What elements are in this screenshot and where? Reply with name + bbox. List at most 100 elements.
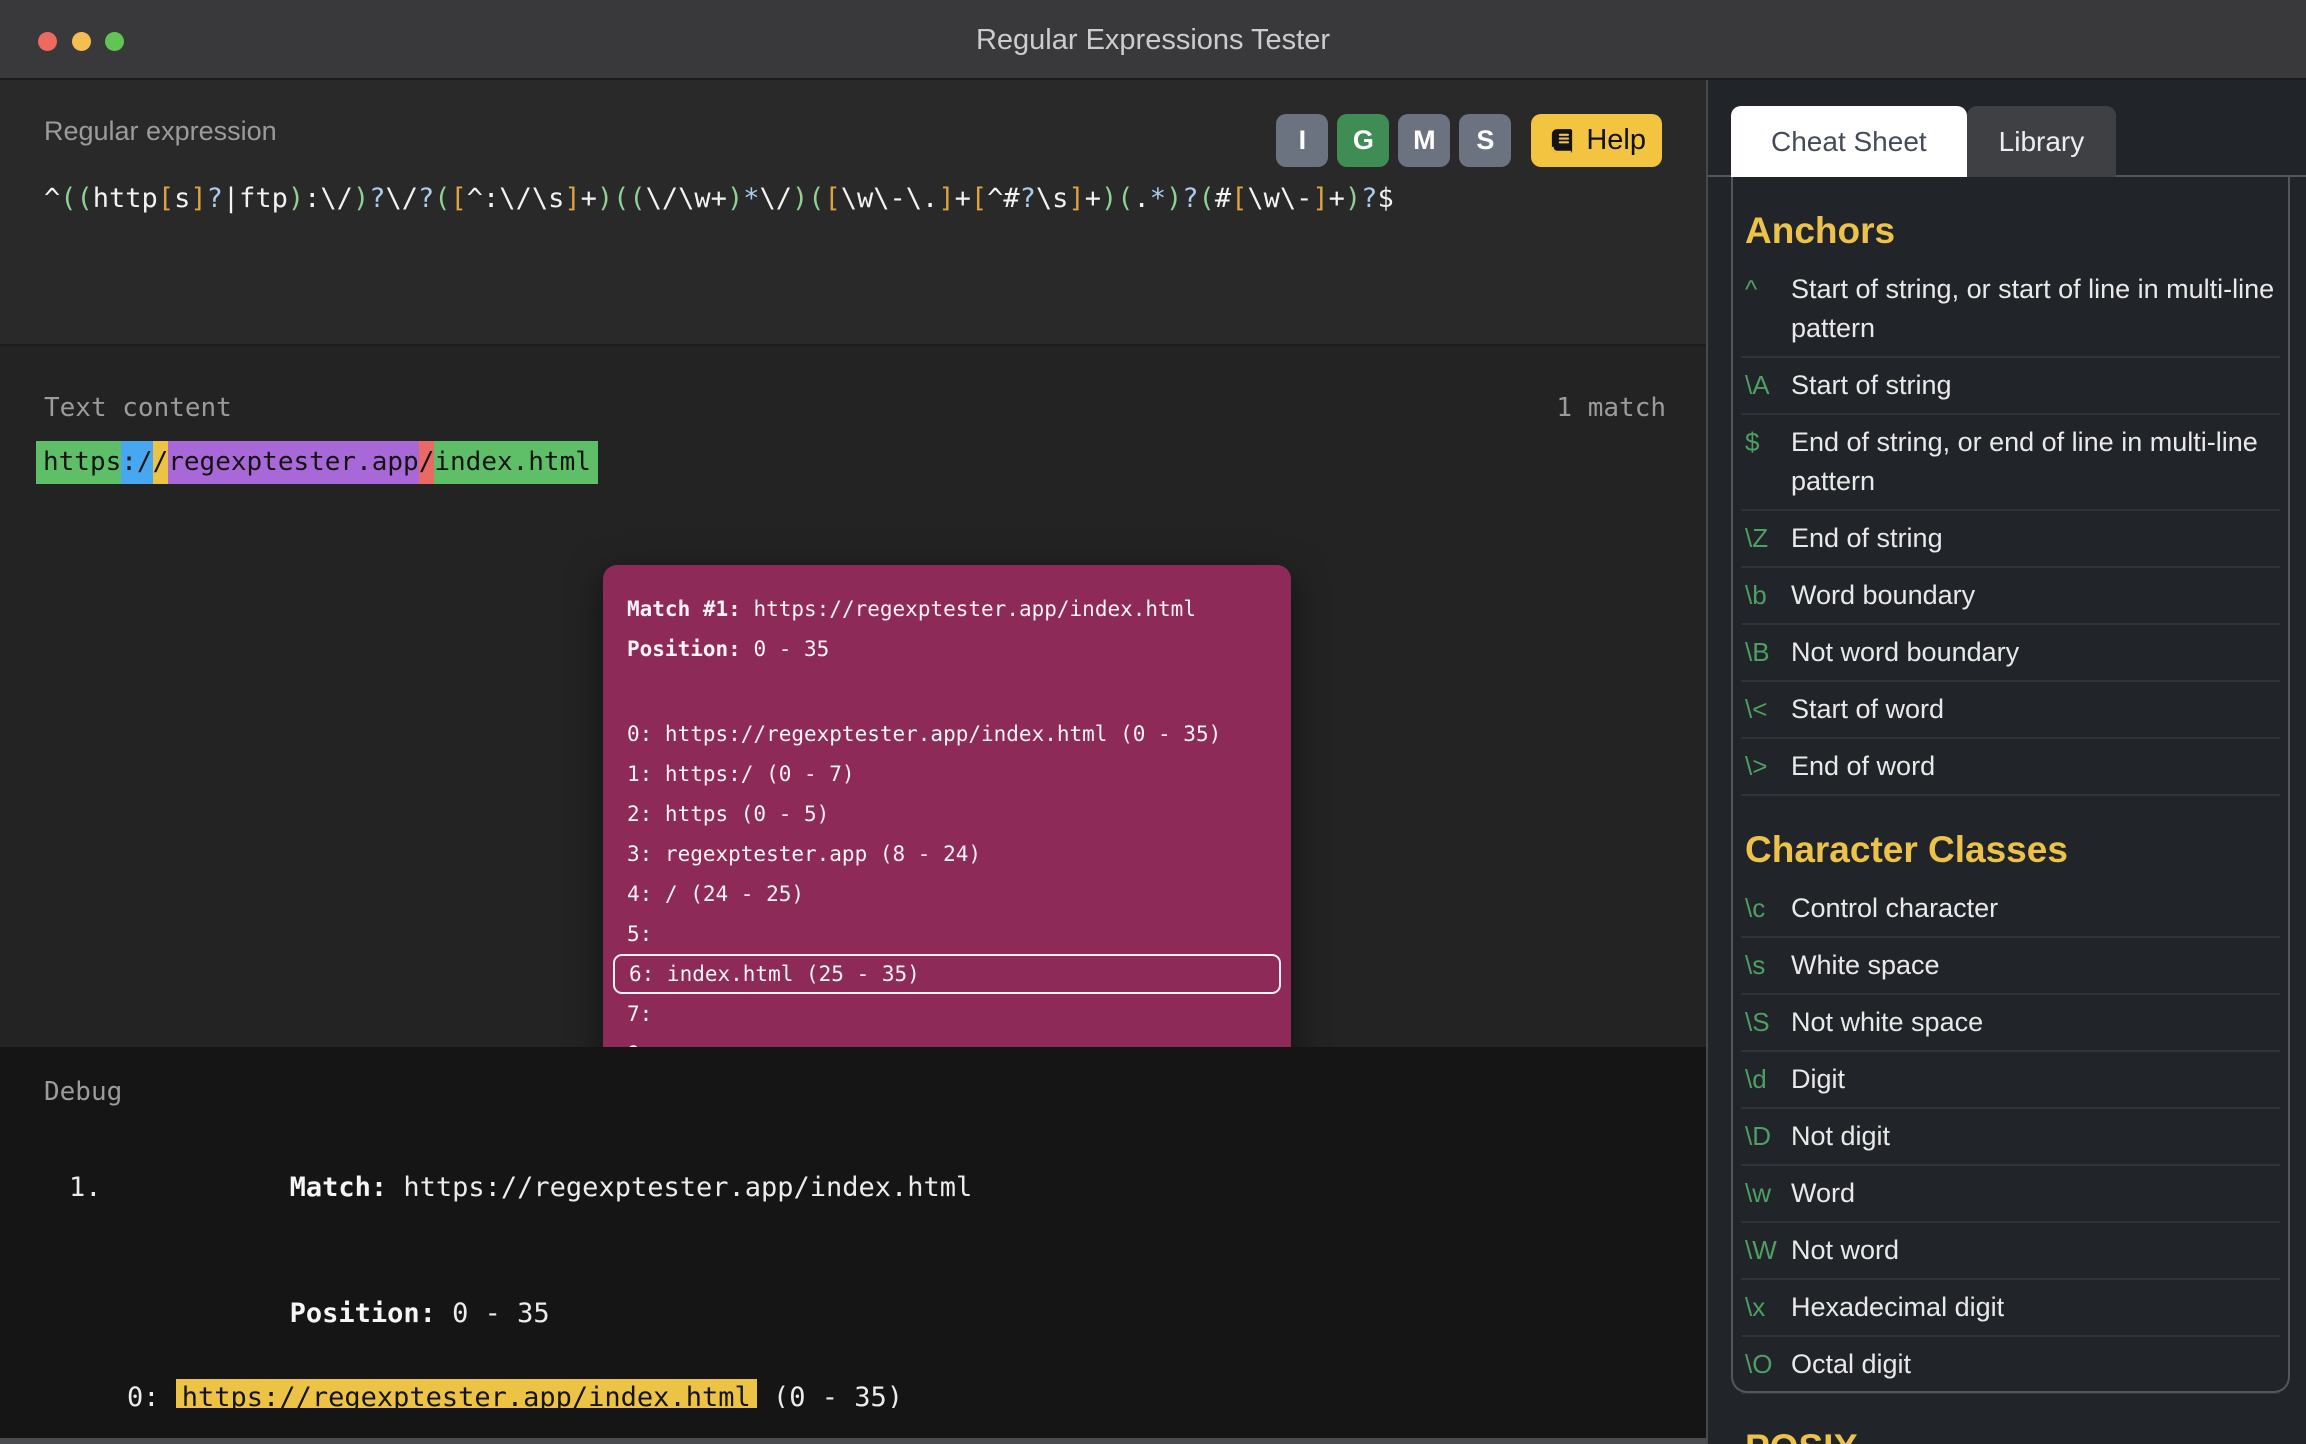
title-bar: Regular Expressions Tester — [0, 0, 2306, 80]
cheat-description: Control character — [1791, 889, 2276, 928]
cheat-description: Not digit — [1791, 1117, 2276, 1156]
cheat-sheet-panel: Anchors^Start of string, or start of lin… — [1731, 177, 2290, 1444]
sidebar-tabs: Cheat Sheet Library — [1731, 106, 2116, 177]
cheat-description: End of string, or end of line in multi-l… — [1791, 423, 2276, 501]
cheat-description: Not word boundary — [1791, 633, 2276, 672]
regex-token-literal: + — [1085, 183, 1101, 214]
regex-token-class: [ — [158, 183, 174, 214]
cheat-item[interactable]: ^Start of string, or start of line in mu… — [1741, 262, 2280, 358]
cheat-item[interactable]: \BNot word boundary — [1741, 625, 2280, 682]
regex-token-class: ] — [938, 183, 954, 214]
regex-token-group: (( — [60, 183, 93, 214]
cheat-symbol: \s — [1745, 946, 1791, 985]
cheat-item[interactable]: \wWord — [1741, 1166, 2280, 1223]
cheat-item[interactable]: $End of string, or end of line in multi-… — [1741, 415, 2280, 511]
flag-g-button[interactable]: G — [1337, 114, 1389, 167]
tab-cheat-sheet[interactable]: Cheat Sheet — [1731, 106, 1967, 177]
regex-token-group: ) — [1101, 183, 1117, 214]
app-window: Regular Expressions Tester Regular expre… — [0, 0, 2306, 1444]
text-content-section[interactable]: Text content 1 match https://regexpteste… — [0, 346, 1706, 1047]
flag-m-button[interactable]: M — [1398, 114, 1450, 167]
regex-token-literal: \s — [1036, 183, 1069, 214]
match-segment-green: https — [36, 441, 121, 484]
match-group-row: 4: / (24 - 25) — [627, 874, 1267, 914]
cheat-symbol: \O — [1745, 1345, 1791, 1384]
cheat-description: Word boundary — [1791, 576, 2276, 615]
regex-token-literal: $ — [1377, 183, 1393, 214]
regex-token-quantifier: ? — [1182, 183, 1198, 214]
cheat-description: End of string — [1791, 519, 2276, 558]
match-details-popup: Match #1: https://regexptester.app/index… — [603, 565, 1291, 1103]
cheat-symbol: \< — [1745, 690, 1791, 729]
match-segment-blue: :/ — [121, 441, 152, 484]
match-group-row: 7: — [627, 994, 1267, 1034]
match-segment-green: index.html — [434, 441, 598, 484]
cheat-symbol: \D — [1745, 1117, 1791, 1156]
cheat-item[interactable]: \AStart of string — [1741, 358, 2280, 415]
regex-token-class: ] — [1068, 183, 1084, 214]
match-count-badge: 1 match — [1556, 393, 1666, 423]
cheat-item[interactable]: \cControl character — [1741, 881, 2280, 938]
regex-token-group: (( — [613, 183, 646, 214]
regex-token-class: [ — [825, 183, 841, 214]
match-group-row: 5: — [627, 914, 1267, 954]
regex-token-quantifier: ? — [418, 183, 434, 214]
regex-token-group: ) — [353, 183, 369, 214]
regex-token-literal: . — [1133, 183, 1149, 214]
debug-item-number: 1. — [69, 1167, 102, 1209]
regex-token-quantifier: * — [1150, 183, 1166, 214]
cheat-section-heading: Character Classes — [1745, 829, 2276, 871]
regex-token-literal: ^# — [987, 183, 1020, 214]
regex-token-class: ] — [564, 183, 580, 214]
cheat-item[interactable]: \sWhite space — [1741, 938, 2280, 995]
regex-pattern-input[interactable]: ^((http[s]?|ftp):\/)?\/?([^:\/\s]+)((\/\… — [44, 183, 1394, 214]
tab-library[interactable]: Library — [1967, 106, 2117, 177]
debug-list: 1.Match: https://regexptester.app/index.… — [0, 1125, 1706, 1408]
help-button-label: Help — [1586, 124, 1646, 157]
flag-i-button[interactable]: I — [1276, 114, 1328, 167]
match-group-row: 1: https:/ (0 - 7) — [627, 754, 1267, 794]
cheat-description: White space — [1791, 946, 2276, 985]
highlighted-match-text: https://regexptester.app/index.html — [36, 441, 598, 484]
regex-token-literal: \/\w+ — [646, 183, 727, 214]
cheat-symbol: \b — [1745, 576, 1791, 615]
debug-label: Debug — [44, 1077, 122, 1107]
regex-token-literal: :\/ — [304, 183, 353, 214]
regex-token-literal: ^ — [44, 183, 60, 214]
popup-match-title: Match #1: https://regexptester.app/index… — [627, 589, 1267, 629]
cheat-symbol: \Z — [1745, 519, 1791, 558]
regex-token-literal: \w\-\. — [841, 183, 939, 214]
cheat-description: Digit — [1791, 1060, 2276, 1099]
cheat-item[interactable]: \xHexadecimal digit — [1741, 1280, 2280, 1337]
cheat-item[interactable]: \DNot digit — [1741, 1109, 2280, 1166]
cheat-item[interactable]: \ZEnd of string — [1741, 511, 2280, 568]
cheat-symbol: \x — [1745, 1288, 1791, 1327]
main-column: Regular expression IGMS Help — [0, 80, 1706, 1444]
cheat-symbol: \B — [1745, 633, 1791, 672]
cheat-sheet-sidebar: Cheat Sheet Library Anchors^Start of str… — [1706, 80, 2306, 1444]
cheat-item[interactable]: \SNot white space — [1741, 995, 2280, 1052]
cheat-item[interactable]: \WNot word — [1741, 1223, 2280, 1280]
match-segment-yellow: / — [153, 441, 169, 484]
debug-match-row: 1.Match: https://regexptester.app/index.… — [0, 1125, 1706, 1251]
cheat-item[interactable]: \dDigit — [1741, 1052, 2280, 1109]
regex-token-literal: \w\- — [1247, 183, 1312, 214]
help-button[interactable]: Help — [1531, 114, 1662, 167]
cheat-item[interactable]: \<Start of word — [1741, 682, 2280, 739]
regex-token-quantifier: ? — [1361, 183, 1377, 214]
flag-s-button[interactable]: S — [1459, 114, 1511, 167]
regex-token-group: ) — [597, 183, 613, 214]
cheat-item[interactable]: \>End of word — [1741, 739, 2280, 796]
cheat-item[interactable]: \bWord boundary — [1741, 568, 2280, 625]
cheat-symbol: \> — [1745, 747, 1791, 786]
regex-token-group: ) — [1345, 183, 1361, 214]
regex-token-class: [ — [971, 183, 987, 214]
cheat-description: Hexadecimal digit — [1791, 1288, 2276, 1327]
match-segment-red: / — [419, 441, 435, 484]
regex-token-literal: + — [955, 183, 971, 214]
regex-token-quantifier: * — [743, 183, 759, 214]
regex-token-quantifier: ? — [207, 183, 223, 214]
regex-token-literal: + — [581, 183, 597, 214]
cheat-item[interactable]: \OOctal digit — [1741, 1337, 2280, 1394]
regex-token-class: ] — [1312, 183, 1328, 214]
